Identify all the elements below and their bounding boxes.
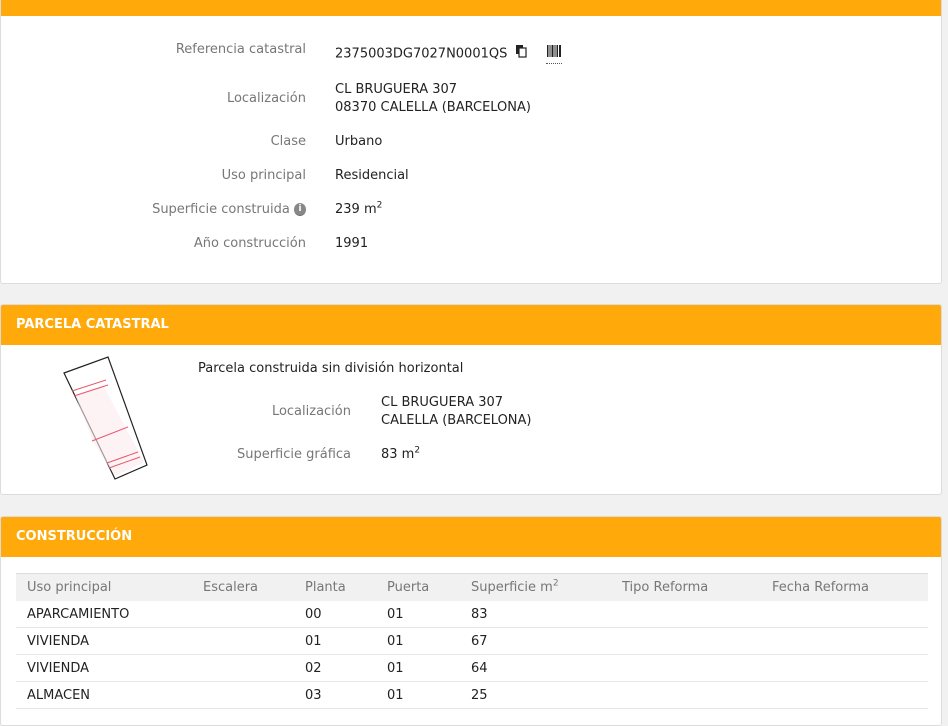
col-escalera[interactable]: Escalera [192,573,294,601]
parcela-header: PARCELA CATASTRAL [1,305,941,345]
label-referencia: Referencia catastral [175,42,306,57]
value-uso-principal: Residencial [335,168,409,183]
value-localizacion-1: CL BRUGUERA 307 [335,82,458,97]
col-fecha-reforma[interactable]: Fecha Reforma [761,573,928,601]
table-row: ALMACEN 03 01 25 [16,681,928,709]
unit-superscript: 2 [414,445,421,456]
parcel-sketch[interactable] [56,355,156,485]
col-planta[interactable]: Planta [294,573,376,601]
referencia-text: 2375003DG7027N0001QS [335,46,508,62]
cell-uso: ALMACEN [16,681,192,709]
construccion-header: CONSTRUCCIÓN [1,517,941,557]
construccion-panel: CONSTRUCCIÓN Uso principal Escalera Plan… [0,516,942,726]
cell-tipo-reforma [611,627,761,655]
value-ano-construccion: 1991 [335,236,369,251]
cell-puerta: 01 [376,601,460,628]
col-superficie-text: Superficie m [471,580,553,595]
table-row: VIVIENDA 02 01 64 [16,654,928,682]
cell-escalera [192,627,294,655]
table-row: APARCAMIENTO 00 01 83 [16,601,928,628]
cell-planta: 03 [294,681,376,709]
label-parcela-localizacion: Localización [271,404,351,419]
col-uso-principal[interactable]: Uso principal [16,573,192,601]
cell-puerta: 01 [376,654,460,682]
cell-planta: 02 [294,654,376,682]
value-clase: Urbano [335,134,383,149]
value-superficie-grafica: 83 m2 [381,446,420,464]
cell-superficie: 25 [460,681,611,709]
inmueble-panel: Referencia catastral 2375003DG7027N0001Q… [0,0,942,284]
cell-superficie: 64 [460,654,611,682]
unit-superscript: 2 [376,200,383,211]
label-superficie-grafica: Superficie gráfica [236,447,351,462]
label-clase: Clase [270,134,306,149]
inmueble-header [1,0,941,16]
construccion-table: Uso principal Escalera Planta Puerta Sup… [16,573,928,709]
col-superficie[interactable]: Superficie m2 [460,573,611,601]
superficie-construida-text: Superficie construida [152,202,290,217]
cell-superficie: 83 [460,601,611,628]
parcela-panel: PARCELA CATASTRAL Parcela construida sin… [0,304,942,495]
cell-tipo-reforma [611,601,761,628]
cell-escalera [192,681,294,709]
value-localizacion-2: 08370 CALELLA (BARCELONA) [335,100,531,115]
cell-escalera [192,601,294,628]
cell-fecha-reforma [761,654,928,682]
cell-uso: VIVIENDA [16,654,192,682]
parcela-description: Parcela construida sin división horizont… [198,361,464,376]
label-uso-principal: Uso principal [221,168,306,183]
value-parcela-localizacion-1: CL BRUGUERA 307 [381,395,504,410]
cell-fecha-reforma [761,627,928,655]
info-icon[interactable]: i [294,203,306,216]
cell-tipo-reforma [611,681,761,709]
cell-escalera [192,654,294,682]
copy-icon[interactable] [514,44,528,64]
value-referencia: 2375003DG7027N0001QS [335,44,562,64]
col-tipo-reforma[interactable]: Tipo Reforma [611,573,761,601]
superficie-grafica-value: 83 m [381,447,415,462]
cell-fecha-reforma [761,601,928,628]
label-superficie-construida: Superficie construida i [101,201,306,219]
cell-uso: APARCAMIENTO [16,601,192,628]
cell-planta: 01 [294,627,376,655]
table-row: VIVIENDA 01 01 67 [16,627,928,655]
value-superficie-construida: 239 m2 [335,201,382,219]
barcode-icon[interactable] [545,44,562,64]
col-puerta[interactable]: Puerta [376,573,460,601]
cell-superficie: 67 [460,627,611,655]
cell-uso: VIVIENDA [16,627,192,655]
value-parcela-localizacion-2: CALELLA (BARCELONA) [381,413,532,428]
label-localizacion: Localización [226,91,306,106]
cell-fecha-reforma [761,681,928,709]
cell-planta: 00 [294,601,376,628]
cell-puerta: 01 [376,627,460,655]
unit-superscript: 2 [552,578,559,589]
cell-puerta: 01 [376,681,460,709]
label-ano-construccion: Año construcción [193,236,306,251]
table-header-row: Uso principal Escalera Planta Puerta Sup… [16,573,928,601]
superficie-construida-value: 239 m [335,202,377,217]
cell-tipo-reforma [611,654,761,682]
